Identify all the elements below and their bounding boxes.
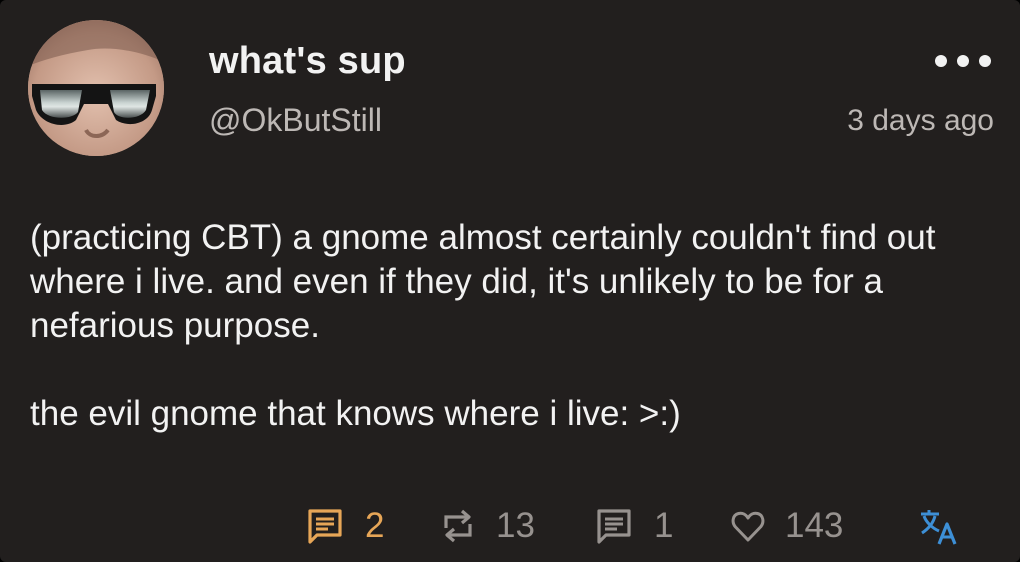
avatar[interactable] [28, 20, 164, 156]
comment-icon [305, 506, 345, 546]
avatar-photo [28, 20, 164, 156]
more-options-dot [935, 55, 947, 67]
comments-button[interactable]: 2 [305, 506, 384, 546]
quote-icon [594, 506, 634, 546]
post-card: what's sup @OkButStill 3 days ago (pract… [0, 0, 1020, 562]
post-body: (practicing CBT) a gnome almost certainl… [30, 216, 1000, 436]
more-options-button[interactable] [935, 48, 991, 74]
translate-icon [918, 506, 960, 546]
quotes-count: 1 [654, 506, 674, 545]
more-options-dot [957, 55, 969, 67]
user-handle[interactable]: @OkButStill [209, 102, 382, 139]
like-button[interactable]: 143 [731, 506, 843, 546]
reposts-count: 13 [496, 506, 535, 545]
post-timestamp[interactable]: 3 days ago [847, 104, 994, 138]
comments-count: 2 [365, 506, 385, 545]
repost-icon [440, 506, 476, 546]
quote-button[interactable]: 1 [594, 506, 673, 546]
repost-button[interactable]: 13 [440, 506, 535, 546]
likes-count: 143 [785, 506, 844, 545]
post-paragraph: (practicing CBT) a gnome almost certainl… [30, 218, 936, 345]
more-options-dot [979, 55, 991, 67]
display-name[interactable]: what's sup [209, 40, 406, 83]
translate-button[interactable] [918, 506, 960, 546]
post-paragraph: the evil gnome that knows where i live: … [30, 394, 681, 433]
heart-icon [731, 506, 765, 546]
